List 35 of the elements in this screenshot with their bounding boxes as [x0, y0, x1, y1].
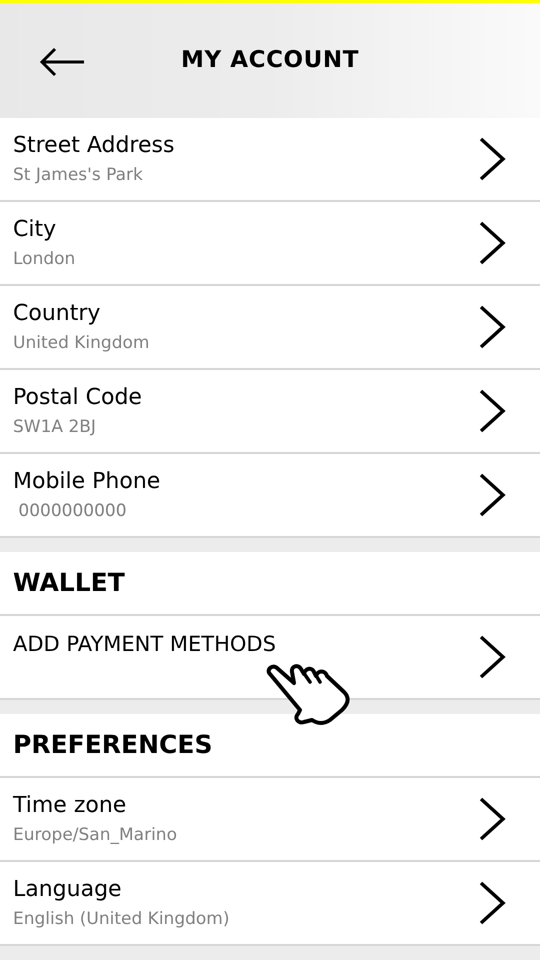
settings-row[interactable]: Mobile Phone 0000000000 — [0, 454, 540, 538]
row-label: Street Address — [13, 132, 176, 160]
chevron-right-icon — [478, 634, 506, 680]
row-label: Postal Code — [13, 384, 143, 412]
section-heading: PREFERENCES — [13, 729, 212, 762]
row-value: London — [13, 249, 76, 270]
chevron-right-icon — [478, 136, 506, 182]
row-label: Country — [13, 300, 102, 328]
settings-row[interactable]: ADD PAYMENT METHODS — [0, 616, 540, 700]
row-value: United Kingdom — [13, 333, 150, 354]
row-value: 0000000000 — [17, 501, 128, 522]
chevron-right-icon — [478, 880, 506, 926]
row-label: City — [13, 216, 58, 244]
settings-row[interactable]: City London — [0, 202, 540, 286]
row-label: Time zone — [13, 792, 128, 820]
chevron-right-icon — [478, 472, 506, 518]
settings-row[interactable]: Time zone Europe/San_Marino — [0, 778, 540, 862]
settings-row[interactable]: Street Address St James's Park — [0, 118, 540, 202]
section-heading: WALLET — [13, 567, 125, 600]
row-label: Mobile Phone — [13, 468, 162, 496]
row-value: English (United Kingdom) — [13, 909, 231, 930]
row-label: ADD PAYMENT METHODS — [13, 631, 277, 658]
settings-row[interactable]: Language English (United Kingdom) — [0, 862, 540, 946]
row-value: SW1A 2BJ — [13, 417, 97, 438]
back-arrow-icon — [38, 46, 86, 78]
row-value: Europe/San_Marino — [13, 825, 178, 846]
row-label: Language — [13, 876, 123, 904]
settings-row[interactable]: Country United Kingdom — [0, 286, 540, 370]
row-value: St James's Park — [13, 165, 144, 186]
page-title: MY ACCOUNT — [180, 46, 360, 76]
chevron-right-icon — [478, 220, 506, 266]
chevron-right-icon — [478, 796, 506, 842]
chevron-right-icon — [478, 388, 506, 434]
settings-row[interactable]: Postal Code SW1A 2BJ — [0, 370, 540, 454]
chevron-right-icon — [478, 304, 506, 350]
